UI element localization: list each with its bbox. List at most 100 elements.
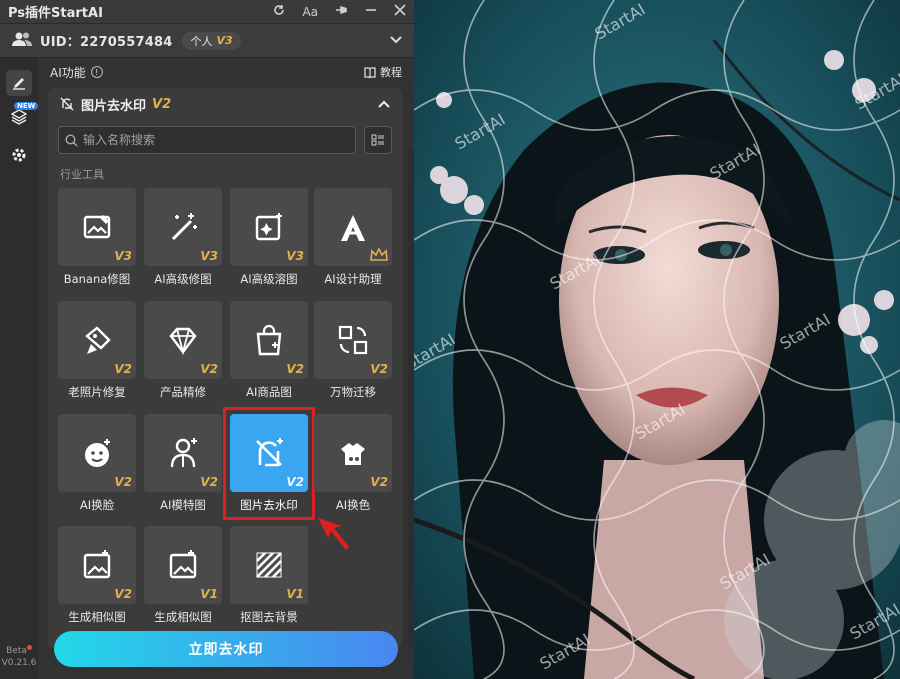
tool-tile[interactable]: AI设计助理 — [314, 188, 392, 287]
portrait-photo: StartAI StartAI StartAI StartAI StartAI … — [414, 0, 900, 679]
tool-tile-thumb: V2 — [144, 414, 222, 492]
scrollbar[interactable] — [408, 148, 414, 648]
section-header: AI功能 ! 教程 — [38, 58, 414, 86]
tool-tile-label: AI高级溶图 — [240, 272, 298, 286]
main-content: AI功能 ! 教程 图片去水印 V2 输入名称搜索 行业工具 V3 Banana… — [38, 58, 414, 679]
version-badge: V2 — [114, 475, 132, 489]
tool-tile-thumb: V3 — [58, 188, 136, 266]
search-input[interactable] — [83, 133, 323, 147]
title-bar: Ps插件StartAI Aa — [0, 0, 414, 24]
tool-tile[interactable]: V3 AI高级溶图 — [230, 188, 308, 287]
tool-tile[interactable]: V2 AI换色 — [314, 414, 392, 513]
tool-tile-label: Banana修图 — [63, 272, 131, 286]
tool-tile-label: AI换脸 — [79, 498, 115, 512]
tool-tile-label: 生成相似图 — [154, 610, 212, 624]
plan-name: 个人 — [190, 34, 213, 48]
tool-tile-label: AI换色 — [335, 498, 371, 512]
section-title: AI功能 — [50, 65, 86, 80]
tool-tile[interactable]: V2 图片去水印 — [223, 407, 315, 520]
gear-icon[interactable] — [6, 142, 32, 168]
tool-tile-label: AI商品图 — [246, 385, 292, 399]
app-window: StartAI StartAI StartAI StartAI StartAI … — [0, 0, 900, 679]
version-badge: V2 — [370, 362, 388, 376]
remove-watermark-button[interactable]: 立即去水印 — [54, 631, 398, 667]
update-dot — [26, 645, 32, 650]
user-bar[interactable]: UID：2270557484 个人 V3 — [0, 24, 414, 58]
watermark-remove-icon — [60, 97, 74, 111]
tool-tile[interactable]: V2 AI换脸 — [58, 414, 136, 513]
version-badge: V1 — [286, 587, 304, 601]
side-rail: NEW Beta V0.21.6 — [0, 58, 39, 679]
tool-tile[interactable]: V2 AI商品图 — [230, 301, 308, 400]
diamond-icon — [169, 327, 197, 356]
tool-tile-label: AI模特图 — [160, 498, 206, 512]
version-badge: V3 — [200, 249, 218, 263]
tool-tile[interactable]: V2 老照片修复 — [58, 301, 136, 400]
tutorial-label: 教程 — [380, 66, 402, 79]
tool-tile-thumb: V2 — [58, 526, 136, 604]
tool-tile-label: 产品精修 — [160, 385, 206, 399]
tool-tile[interactable]: V1 抠图去背景 — [230, 526, 308, 625]
close-icon[interactable] — [394, 4, 406, 19]
tutorial-link[interactable]: 教程 — [364, 64, 402, 80]
font-size-icon[interactable]: Aa — [302, 5, 318, 19]
search-icon — [65, 133, 78, 146]
similar-image-icon — [169, 550, 197, 579]
tool-tile-thumb: V1 — [230, 526, 308, 604]
version-badge: V2 — [200, 475, 218, 489]
tool-tile-thumb: V2 — [230, 301, 308, 379]
pointer-arrow-icon — [318, 518, 349, 550]
tool-tile-thumb: V3 — [144, 188, 222, 266]
book-icon — [364, 66, 376, 78]
chevron-up-icon[interactable] — [378, 98, 390, 111]
search-box[interactable] — [58, 126, 356, 154]
version-badge: V2 — [370, 475, 388, 489]
tool-tile-thumb: V2 — [58, 414, 136, 492]
version-badge: V2 — [286, 475, 304, 489]
category-label: 行业工具 — [60, 168, 104, 181]
version-badge: V3 — [114, 249, 132, 263]
tool-tile-label: 老照片修复 — [68, 385, 126, 399]
magic-wand-icon — [171, 213, 197, 241]
tool-name: 图片去水印 — [81, 98, 147, 114]
version-badge: V2 — [286, 362, 304, 376]
chevron-down-icon[interactable] — [390, 33, 402, 48]
canvas-image: StartAI StartAI StartAI StartAI StartAI … — [414, 0, 900, 679]
search-row — [58, 126, 392, 156]
refresh-icon[interactable] — [273, 4, 285, 19]
pin-icon[interactable] — [335, 4, 348, 19]
tool-tile-thumb: V2 — [314, 301, 392, 379]
plugin-panel: Ps插件StartAI Aa UID：2270557484 个人 V3 NEW … — [0, 0, 414, 679]
uid-label: UID：2270557484 — [40, 35, 173, 50]
tool-tile-thumb: V2 — [58, 301, 136, 379]
edit-icon[interactable] — [6, 70, 32, 96]
tool-tile[interactable]: V1 生成相似图 — [144, 526, 222, 625]
beta-label: Beta — [6, 646, 27, 656]
version-badge: V1 — [200, 587, 218, 601]
photo-repair-icon — [85, 326, 111, 354]
tool-card: 图片去水印 V2 行业工具 V3 Banana修图 V3 — [48, 88, 402, 648]
info-icon[interactable]: ! — [90, 66, 103, 78]
tool-tile[interactable]: V2 生成相似图 — [58, 526, 136, 625]
tool-tile[interactable]: V3 Banana修图 — [58, 188, 136, 287]
version-badge: V2 — [114, 362, 132, 376]
tool-tile-thumb: V3 — [230, 188, 308, 266]
tool-tile[interactable]: V2 万物迁移 — [314, 301, 392, 400]
tool-tile[interactable]: V3 AI高级修图 — [144, 188, 222, 287]
transfer-icon — [338, 325, 368, 355]
plan-version: V3 — [216, 34, 233, 47]
minimize-icon[interactable] — [365, 4, 377, 19]
list-view-icon[interactable] — [364, 126, 392, 154]
tool-tile-label: 图片去水印 — [240, 498, 298, 512]
new-badge: NEW — [14, 102, 39, 110]
image-sparkle-icon — [255, 213, 282, 241]
tool-version: V2 — [152, 96, 172, 112]
tool-header[interactable]: 图片去水印 V2 — [48, 88, 402, 120]
crown-icon — [370, 248, 388, 261]
tool-tile[interactable]: V2 产品精修 — [144, 301, 222, 400]
design-assistant-icon — [341, 215, 365, 241]
recolor-icon — [341, 443, 365, 465]
model-icon — [170, 438, 197, 468]
tool-tile[interactable]: V2 AI模特图 — [144, 414, 222, 513]
tool-tile-label: AI设计助理 — [324, 272, 382, 286]
